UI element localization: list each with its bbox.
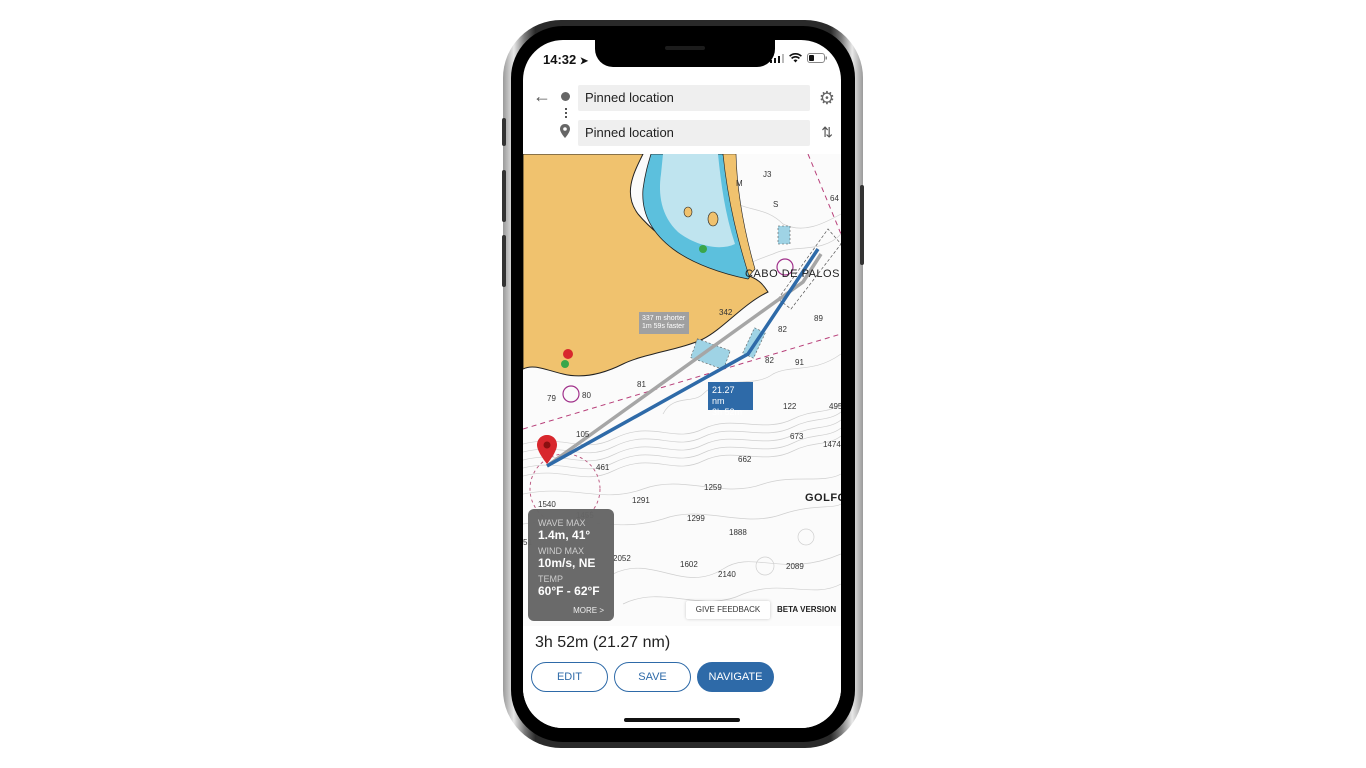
connector-dots <box>565 108 569 118</box>
edit-button[interactable]: EDIT <box>531 662 608 692</box>
notch <box>595 40 775 67</box>
beta-version-label: BETA VERSION <box>777 605 837 614</box>
swap-icon[interactable]: ⇅ <box>821 124 833 141</box>
depth-label: 79 <box>547 394 556 403</box>
nautical-chart-map[interactable]: CABO DE PALOS GOLFO 342 82 89 82 91 81 7… <box>523 154 841 626</box>
save-button[interactable]: SAVE <box>614 662 691 692</box>
battery-icon <box>807 53 827 63</box>
route-callout[interactable]: 21.27 nm 3h 52m <box>708 382 753 417</box>
back-arrow-icon[interactable]: ← <box>533 86 551 107</box>
route-duration: 3h 52m <box>712 407 743 417</box>
depth-label: 2052 <box>613 554 631 563</box>
navigate-button[interactable]: NAVIGATE <box>697 662 774 692</box>
origin-dot-icon <box>561 92 570 101</box>
volume-down-button <box>502 235 506 287</box>
depth-label: 1888 <box>729 528 747 537</box>
depth-label: 2140 <box>718 570 736 579</box>
wind-label: WIND MAX <box>538 546 584 556</box>
depth-label: J3 <box>763 170 772 179</box>
wifi-icon <box>789 53 802 63</box>
depth-label: 1474 <box>823 440 841 449</box>
depth-label: 2089 <box>786 562 804 571</box>
wind-value: 10m/s, NE <box>538 556 596 570</box>
depth-label: 342 <box>719 308 733 317</box>
route-summary: 3h 52m (21.27 nm) <box>535 634 671 651</box>
silent-switch <box>502 118 506 146</box>
depth-label: 495 <box>829 402 841 411</box>
depth-label: 82 <box>765 356 774 365</box>
temp-value: 60°F - 62°F <box>538 584 600 598</box>
destination-field[interactable]: Pinned location <box>578 120 810 146</box>
depth-label: 1259 <box>704 483 722 492</box>
temp-label: TEMP <box>538 574 564 584</box>
wave-label: WAVE MAX <box>538 518 586 528</box>
place-label-golfo: GOLFO <box>805 492 841 504</box>
alternate-route-callout[interactable]: 337 m shorter 1m 59s faster <box>639 312 689 334</box>
place-label-cabo-de-palos: CABO DE PALOS <box>745 268 840 280</box>
origin-field[interactable]: Pinned location <box>578 85 810 111</box>
depth-label: 81 <box>637 380 646 389</box>
destination-pin-icon <box>560 124 570 138</box>
route-header: ← Pinned location Pinned location ⚙ ⇅ <box>523 80 841 154</box>
depth-label: S <box>773 200 779 209</box>
location-arrow-icon: ➤ <box>579 56 589 67</box>
wave-value: 1.4m, 41° <box>538 528 591 542</box>
home-indicator[interactable] <box>624 718 740 722</box>
depth-label: 1540 <box>538 500 556 509</box>
volume-up-button <box>502 170 506 222</box>
status-time: 14:32 ➤ <box>543 52 589 67</box>
more-link[interactable]: MORE > <box>573 606 604 615</box>
depth-label: 91 <box>795 358 804 367</box>
depth-label: 673 <box>790 432 804 441</box>
depth-label: 105 <box>576 430 590 439</box>
depth-label: 1602 <box>680 560 698 569</box>
gear-icon[interactable]: ⚙ <box>819 88 835 109</box>
depth-label: 1291 <box>632 496 650 505</box>
depth-label: 89 <box>814 314 823 323</box>
depth-label: 662 <box>738 455 752 464</box>
depth-label: 461 <box>596 463 610 472</box>
give-feedback-button[interactable]: GIVE FEEDBACK <box>686 601 770 619</box>
alt-route-time-diff: 1m 59s faster <box>642 323 685 330</box>
route-summary-panel: 3h 52m (21.27 nm) EDIT SAVE NAVIGATE <box>523 626 841 728</box>
depth-label: 82 <box>778 325 787 334</box>
alt-route-distance-diff: 337 m shorter <box>642 315 686 322</box>
app-screen: 14:32 ➤ ← Pinned location Pinned locatio… <box>523 40 841 728</box>
depth-label: 64 <box>830 194 839 203</box>
depth-label: 122 <box>783 402 797 411</box>
depth-label: M <box>736 179 743 188</box>
power-button <box>860 185 864 265</box>
route-distance: 21.27 nm <box>712 385 735 406</box>
depth-label: 1299 <box>687 514 705 523</box>
weather-panel[interactable]: WAVE MAX 1.4m, 41° WIND MAX 10m/s, NE TE… <box>528 509 614 621</box>
depth-label: 80 <box>582 391 591 400</box>
